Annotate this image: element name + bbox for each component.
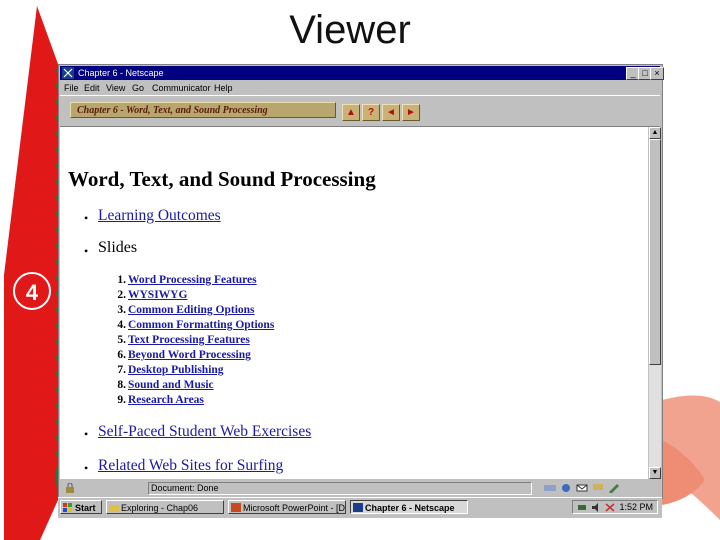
slide-list-number: 9.	[117, 394, 126, 406]
related-sites-link[interactable]: Related Web Sites for Surfing	[98, 457, 283, 475]
start-button[interactable]: Start	[60, 500, 102, 514]
status-text: Document: Done	[148, 482, 532, 495]
bullet-icon: •	[84, 427, 89, 441]
nav-forward-icon[interactable]: ►	[402, 104, 420, 121]
slide-list-number: 5.	[117, 334, 126, 346]
system-tray: 1:52 PM	[572, 500, 658, 514]
menu-go[interactable]: Go	[132, 81, 144, 95]
page-content: Word, Text, and Sound Processing • Learn…	[60, 127, 648, 479]
close-button[interactable]: ×	[650, 67, 664, 80]
navigator-icon[interactable]	[560, 483, 572, 493]
slide-link-research-areas[interactable]: Research Areas	[128, 394, 204, 406]
slide-link-sound-and-music[interactable]: Sound and Music	[128, 379, 214, 391]
slide-list-number: 4.	[117, 319, 126, 331]
powerpoint-icon	[231, 503, 241, 512]
windows-logo-icon	[63, 503, 72, 512]
task-label: Exploring - Chap06	[121, 503, 199, 513]
netscape-icon	[62, 67, 74, 79]
slide-list-number: 8.	[117, 379, 126, 391]
slide-number: 4	[25, 280, 39, 305]
slide-link-common-formatting-options[interactable]: Common Formatting Options	[128, 319, 274, 331]
chapter-breadcrumb: Chapter 6 - Word, Text, and Sound Proces…	[70, 102, 336, 118]
scroll-up-icon[interactable]: ▲	[649, 127, 661, 139]
bullet-icon: •	[84, 211, 89, 225]
slide-list-number: 2.	[117, 289, 126, 301]
menu-file[interactable]: File	[64, 81, 79, 95]
task-label: Microsoft PowerPoint - [D4...	[243, 503, 346, 513]
slides-label: Slides	[98, 239, 138, 256]
slide-link-beyond-word-processing[interactable]: Beyond Word Processing	[128, 349, 251, 361]
page-toolbar: Chapter 6 - Word, Text, and Sound Proces…	[60, 95, 660, 127]
bullet-icon: •	[84, 244, 89, 258]
menu-view[interactable]: View	[106, 81, 125, 95]
window-title-bar[interactable]: Chapter 6 - Netscape _ □ ×	[60, 66, 664, 80]
mail-icon[interactable]	[576, 483, 588, 493]
bullet-icon: •	[84, 461, 89, 475]
scroll-down-icon[interactable]: ▼	[649, 467, 661, 479]
slide-link-text-processing-features[interactable]: Text Processing Features	[128, 334, 250, 346]
netscape-tray-icon[interactable]	[605, 503, 615, 512]
help-icon[interactable]: ?	[362, 104, 380, 121]
component-bar-icon[interactable]	[544, 483, 556, 493]
slide-link-wysiwyg[interactable]: WYSIWYG	[128, 289, 187, 301]
menu-help[interactable]: Help	[214, 81, 233, 95]
composer-icon[interactable]	[608, 483, 620, 493]
start-label: Start	[75, 503, 96, 513]
menu-communicator[interactable]: Communicator	[152, 81, 211, 95]
slide-link-word-processing-features[interactable]: Word Processing Features	[128, 274, 257, 286]
vertical-scrollbar[interactable]: ▲ ▼	[649, 127, 661, 479]
windows-taskbar: Start Exploring - Chap06 Microsoft Power…	[58, 497, 662, 518]
netscape-icon	[353, 503, 363, 512]
folder-icon	[109, 505, 119, 512]
status-bar: Document: Done	[60, 481, 660, 495]
slide-list-number: 7.	[117, 364, 126, 376]
taskbar-clock: 1:52 PM	[619, 502, 653, 512]
task-powerpoint[interactable]: Microsoft PowerPoint - [D4...	[228, 500, 346, 514]
slide-link-common-editing-options[interactable]: Common Editing Options	[128, 304, 255, 316]
menu-edit[interactable]: Edit	[84, 81, 100, 95]
task-label: Chapter 6 - Netscape	[365, 503, 455, 513]
page-heading: Word, Text, and Sound Processing	[68, 167, 376, 191]
discussion-icon[interactable]	[592, 483, 604, 493]
volume-icon[interactable]	[591, 503, 601, 512]
slide-list-number: 6.	[117, 349, 126, 361]
nav-back-icon[interactable]: ◄	[382, 104, 400, 121]
task-netscape[interactable]: Chapter 6 - Netscape	[350, 500, 468, 514]
netscape-window: Chapter 6 - Netscape _ □ × File Edit Vie…	[58, 64, 664, 499]
task-exploring[interactable]: Exploring - Chap06	[106, 500, 224, 514]
menu-bar: File Edit View Go Communicator Help	[60, 81, 660, 95]
slide-list-number: 3.	[117, 304, 126, 316]
slide-link-desktop-publishing[interactable]: Desktop Publishing	[128, 364, 224, 376]
nav-up-icon[interactable]: ▲	[342, 104, 360, 121]
window-title: Chapter 6 - Netscape	[78, 68, 164, 78]
slide-title: Viewer	[289, 8, 411, 52]
security-lock-icon[interactable]	[64, 483, 76, 493]
learning-outcomes-link[interactable]: Learning Outcomes	[98, 207, 221, 225]
slide-list-number: 1.	[117, 274, 126, 286]
web-exercises-link[interactable]: Self-Paced Student Web Exercises	[98, 423, 311, 441]
scroll-thumb[interactable]	[649, 139, 661, 365]
network-icon[interactable]	[577, 503, 587, 512]
